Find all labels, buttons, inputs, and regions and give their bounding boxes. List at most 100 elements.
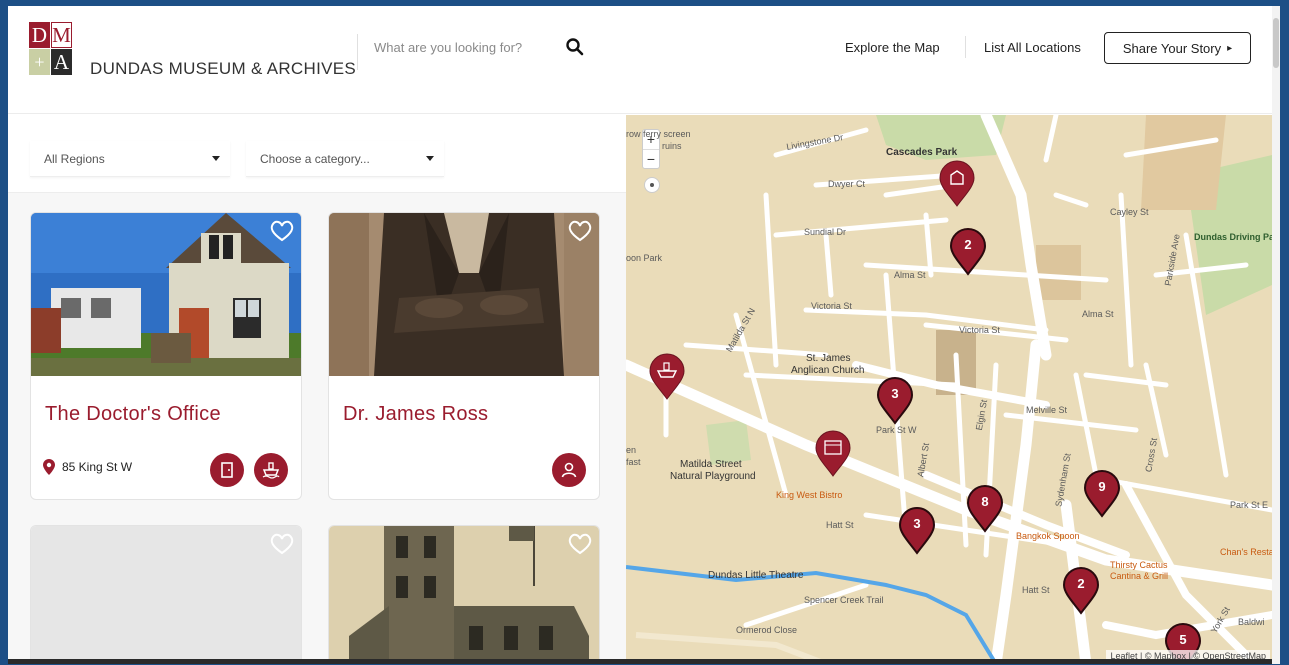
map-label: King West Bistro — [776, 490, 843, 500]
bottom-edge — [8, 659, 1272, 664]
map-label: Cascades Park — [886, 147, 958, 158]
map-label: Natural Playground — [670, 471, 756, 482]
card-title[interactable]: Dr. James Ross — [343, 403, 488, 426]
map[interactable]: + − row ferry screen ruins Cascades Park… — [626, 115, 1272, 664]
map-pin-cluster[interactable]: 2 — [1062, 567, 1100, 615]
card-title[interactable]: The Doctor's Office — [45, 403, 221, 426]
logo-name: DUNDAS MUSEUM & ARCHIVES — [90, 59, 357, 78]
map-label: Thirsty Cactus — [1110, 560, 1168, 570]
pin-count: 3 — [891, 386, 899, 401]
search-icon[interactable] — [564, 36, 586, 58]
map-pin-cluster[interactable]: 3 — [876, 377, 914, 425]
nav-list-locations[interactable]: List All Locations — [984, 40, 1081, 55]
pin-count: 8 — [981, 494, 989, 509]
map-label: Hatt St — [1022, 585, 1050, 595]
map-label: row ferry screen — [626, 129, 691, 139]
logo-plus: + — [29, 49, 50, 75]
map-label: Dundas Driving Pa — [1194, 232, 1272, 242]
map-label: Alma St — [1082, 309, 1114, 319]
pin-count: 9 — [1098, 479, 1106, 494]
app-frame: D M + A DUNDAS MUSEUM & ARCHIVES Explore… — [8, 6, 1280, 664]
card-address-text: 85 King St W — [62, 460, 133, 474]
share-your-story-button[interactable]: Share Your Story ▸ — [1104, 32, 1251, 64]
map-label: fast — [626, 457, 641, 467]
pin-count: 2 — [964, 237, 972, 252]
card-image-town-hall — [329, 526, 599, 664]
logo-mark: D M + A — [29, 22, 72, 75]
logo-letter-a: A — [51, 49, 72, 75]
heart-icon[interactable] — [567, 219, 593, 243]
map-label: Melville St — [1026, 405, 1068, 415]
map-pin[interactable] — [648, 353, 686, 401]
door-icon[interactable] — [210, 453, 244, 487]
map-label: Hatt St — [826, 520, 854, 530]
nav-divider — [965, 36, 966, 58]
map-pin-cluster[interactable]: 2 — [949, 228, 987, 276]
region-select-value: All Regions — [44, 151, 105, 166]
map-label: Matilda Street — [680, 459, 742, 470]
card-image-doctors-office — [31, 213, 301, 376]
map-label: St. James — [806, 353, 851, 364]
map-label: Dwyer Ct — [828, 179, 866, 189]
card-image-placeholder — [31, 526, 301, 664]
logo-letter-d: D — [29, 22, 50, 48]
logo[interactable]: D M + A DUNDAS MUSEUM & ARCHIVES — [29, 22, 356, 86]
caret-right-icon: ▸ — [1227, 42, 1233, 54]
zoom-out-button[interactable]: − — [643, 149, 659, 168]
map-pin[interactable] — [938, 160, 976, 208]
page-scrollbar[interactable] — [1272, 6, 1280, 664]
site-header: D M + A DUNDAS MUSEUM & ARCHIVES Explore… — [8, 6, 1272, 114]
logo-letter-m: M — [51, 22, 72, 48]
map-label: ruins — [662, 141, 682, 151]
map-label: Baldwi — [1238, 617, 1265, 627]
nav-explore-map[interactable]: Explore the Map — [845, 40, 940, 55]
heart-icon[interactable] — [567, 532, 593, 556]
location-card[interactable] — [328, 525, 600, 664]
boat-pin-icon — [649, 353, 685, 400]
location-card[interactable]: The Doctor's Office 85 King St W — [30, 212, 302, 500]
locations-panel: All Regions Choose a category... The Doc… — [8, 115, 626, 664]
scroll-thumb[interactable] — [1273, 18, 1279, 68]
category-select-value: Choose a category... — [260, 151, 370, 166]
map-label: Victoria St — [811, 301, 852, 311]
map-label: oon Park — [626, 253, 663, 263]
map-label: Anglican Church — [791, 365, 865, 376]
pin-count: 5 — [1179, 632, 1187, 647]
search-input[interactable] — [374, 36, 554, 58]
map-pin-cluster[interactable]: 9 — [1083, 470, 1121, 518]
map-pin[interactable] — [814, 430, 852, 478]
location-pin-icon — [43, 459, 55, 475]
boat-icon[interactable] — [254, 453, 288, 487]
map-label: Victoria St — [959, 325, 1000, 335]
header-divider — [357, 34, 358, 70]
map-label: Alma St — [894, 270, 926, 280]
map-label: Chan's Restau — [1220, 547, 1272, 557]
building-pin-icon — [815, 430, 851, 477]
map-label: Sundial Dr — [804, 227, 847, 237]
chevron-down-icon — [212, 156, 220, 161]
region-select[interactable]: All Regions — [30, 141, 230, 177]
map-label: Dundas Little Theatre — [708, 570, 804, 581]
museum-pin-icon — [939, 160, 975, 207]
card-image-james-ross — [329, 213, 599, 376]
chevron-down-icon — [426, 156, 434, 161]
filter-bar: All Regions Choose a category... — [8, 115, 626, 193]
map-label: Park St W — [876, 425, 917, 435]
map-label: Cantina & Grill — [1110, 571, 1169, 581]
location-card[interactable]: Dr. James Ross — [328, 212, 600, 500]
pin-count: 2 — [1077, 576, 1085, 591]
map-label: Cayley St — [1110, 207, 1149, 217]
person-icon[interactable] — [552, 453, 586, 487]
heart-icon[interactable] — [269, 532, 295, 556]
map-label: Park St E — [1230, 500, 1269, 510]
card-address: 85 King St W — [43, 459, 132, 475]
map-label: Ormerod Close — [736, 625, 798, 635]
location-card[interactable] — [30, 525, 302, 664]
map-pin-cluster[interactable]: 8 — [966, 485, 1004, 533]
heart-icon[interactable] — [269, 219, 295, 243]
category-select[interactable]: Choose a category... — [246, 141, 444, 177]
map-pin-cluster[interactable]: 3 — [898, 507, 936, 555]
map-label: en — [626, 445, 637, 455]
locate-icon[interactable] — [644, 177, 660, 193]
pin-count: 3 — [913, 516, 921, 531]
